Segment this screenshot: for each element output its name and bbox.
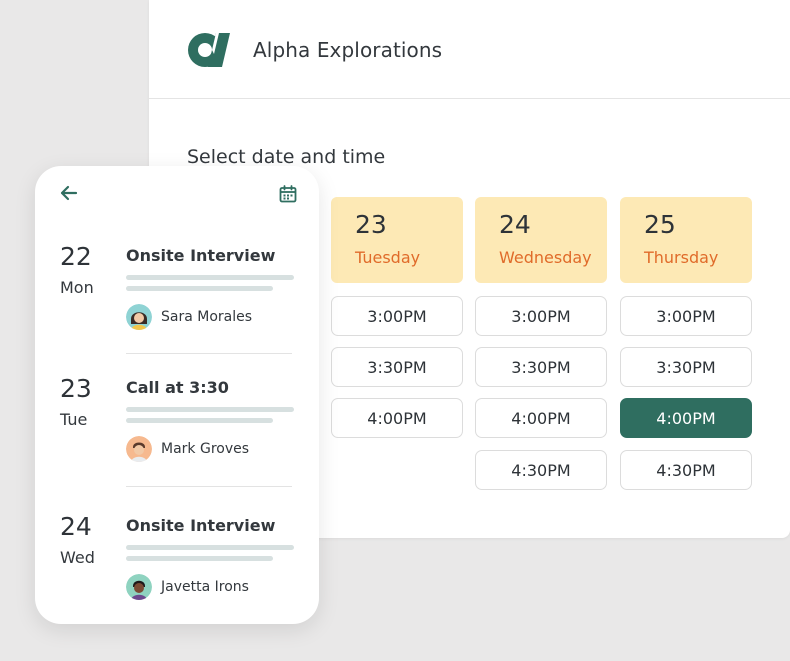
alpha-logo-icon: [188, 33, 230, 67]
panel-header: Alpha Explorations: [149, 0, 790, 99]
placeholder-line: [126, 545, 294, 550]
day-weekday: Tuesday: [355, 248, 421, 267]
placeholder-line: [126, 275, 294, 280]
schedule-day-number: 22: [60, 242, 92, 271]
divider: [126, 486, 292, 487]
schedule-item[interactable]: 24 Wed Onsite Interview Javetta Irons: [35, 512, 319, 632]
person-name: Sara Morales: [161, 309, 253, 325]
schedule-title: Call at 3:30: [126, 378, 229, 397]
person-name: Mark Groves: [161, 441, 250, 457]
time-slot-wednesday-330[interactable]: 3:30PM: [475, 347, 607, 387]
divider: [126, 353, 292, 354]
time-slot-thursday-300[interactable]: 3:00PM: [620, 296, 752, 336]
schedule-day-number: 24: [60, 512, 92, 541]
placeholder-line: [126, 407, 294, 412]
day-number: 25: [644, 210, 676, 239]
time-slot-thursday-400-selected[interactable]: 4:00PM: [620, 398, 752, 438]
day-weekday: Wednesday: [499, 248, 592, 267]
schedule-weekday: Tue: [60, 410, 88, 429]
avatar: [126, 436, 152, 462]
time-slot-tuesday-300[interactable]: 3:00PM: [331, 296, 463, 336]
brand-name: Alpha Explorations: [253, 38, 443, 62]
schedule-item[interactable]: 22 Mon Onsite Interview Sara Morales: [35, 242, 319, 362]
arrow-left-icon[interactable]: [60, 185, 78, 201]
schedule-title: Onsite Interview: [126, 516, 276, 535]
time-slot-tuesday-400[interactable]: 4:00PM: [331, 398, 463, 438]
schedule-title: Onsite Interview: [126, 246, 276, 265]
avatar: [126, 574, 152, 600]
day-card-tuesday[interactable]: 23 Tuesday: [331, 197, 463, 283]
day-card-thursday[interactable]: 25 Thursday: [620, 197, 752, 283]
schedule-day-number: 23: [60, 374, 92, 403]
avatar: [126, 304, 152, 330]
placeholder-line: [126, 418, 273, 423]
section-title: Select date and time: [187, 146, 386, 168]
day-weekday: Thursday: [644, 248, 719, 267]
time-slot-thursday-330[interactable]: 3:30PM: [620, 347, 752, 387]
time-slot-tuesday-330[interactable]: 3:30PM: [331, 347, 463, 387]
day-number: 24: [499, 210, 531, 239]
mobile-schedule-card: 22 Mon Onsite Interview Sara Morales 23 …: [35, 166, 319, 624]
day-number: 23: [355, 210, 387, 239]
calendar-icon[interactable]: [279, 185, 297, 203]
time-slot-wednesday-400[interactable]: 4:00PM: [475, 398, 607, 438]
day-card-wednesday[interactable]: 24 Wednesday: [475, 197, 607, 283]
schedule-weekday: Wed: [60, 548, 95, 567]
time-slot-wednesday-300[interactable]: 3:00PM: [475, 296, 607, 336]
schedule-item[interactable]: 23 Tue Call at 3:30 Mark Groves: [35, 374, 319, 494]
placeholder-line: [126, 556, 273, 561]
time-slot-wednesday-430[interactable]: 4:30PM: [475, 450, 607, 490]
placeholder-line: [126, 286, 273, 291]
schedule-weekday: Mon: [60, 278, 94, 297]
person-name: Javetta Irons: [161, 579, 249, 595]
time-slot-thursday-430[interactable]: 4:30PM: [620, 450, 752, 490]
